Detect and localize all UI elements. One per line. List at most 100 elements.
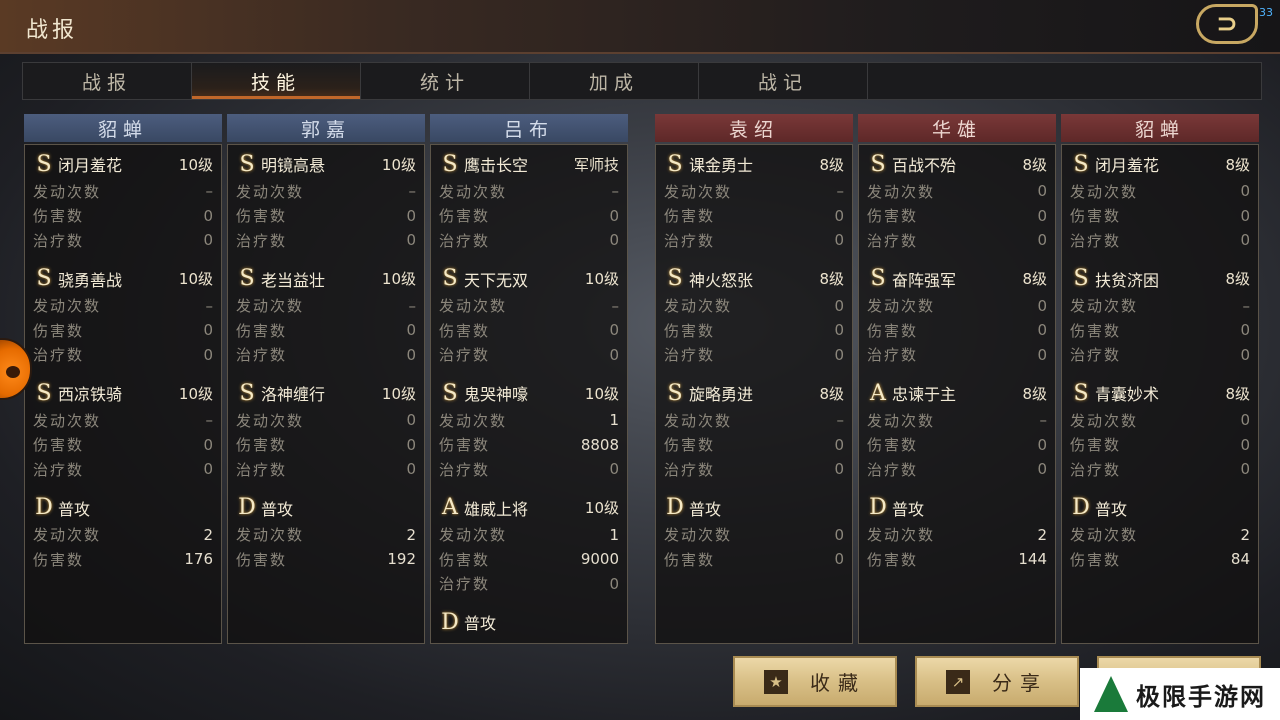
damage-count-label: 伤害数 — [664, 321, 716, 340]
back-arrow-icon: ⊃ — [1216, 9, 1238, 39]
skill-header: D 普攻 — [33, 493, 213, 523]
trigger-count-row: 发动次数 – — [867, 408, 1047, 433]
trigger-count-value: – — [205, 182, 214, 201]
tab-skills[interactable]: 技能 — [192, 63, 361, 99]
heal-count-label: 治疗数 — [33, 460, 85, 479]
tab-statistics[interactable]: 统计 — [361, 63, 530, 99]
skill-entry: S 西凉铁骑 10级 发动次数 – 伤害数 0 治疗数 0 — [33, 378, 213, 482]
general-name: 吕布 — [430, 114, 628, 142]
heal-count-label: 治疗数 — [1070, 460, 1122, 479]
trigger-count-row: 发动次数 – — [236, 179, 416, 204]
watermark-logo-icon — [1094, 676, 1128, 712]
tab-bar: 战报 技能 统计 加成 战记 — [22, 62, 1262, 100]
skill-level: 军师技 — [573, 155, 619, 174]
heal-count-label: 治疗数 — [664, 346, 716, 365]
damage-count-row: 伤害数 0 — [1070, 318, 1250, 343]
damage-count-value: 0 — [1240, 321, 1250, 340]
damage-count-row: 伤害数 0 — [664, 547, 844, 572]
skill-title: D 普攻 — [867, 495, 924, 520]
tab-battle-log[interactable]: 战记 — [699, 63, 868, 99]
skill-name: 鬼哭神嚎 — [464, 385, 529, 404]
skill-name: 青囊妙术 — [1095, 385, 1160, 404]
damage-count-row: 伤害数 84 — [1070, 547, 1250, 572]
watermark: 极限手游网 — [1080, 668, 1280, 720]
damage-count-row: 伤害数 176 — [33, 547, 213, 572]
skill-name: 老当益壮 — [261, 270, 326, 290]
trigger-count-value: 0 — [1240, 411, 1250, 430]
skill-level: 8级 — [1225, 155, 1250, 174]
heal-count-value: 0 — [834, 345, 844, 364]
skill-grade-icon: S — [239, 380, 255, 406]
skill-level: 10级 — [584, 270, 619, 288]
damage-count-row: 伤害数 0 — [236, 318, 416, 343]
skill-grade-icon: S — [36, 151, 52, 177]
skill-name: 西凉铁骑 — [58, 385, 123, 404]
skill-name: 骁勇善战 — [58, 270, 123, 290]
skill-title: S 闭月羞花 — [33, 151, 122, 177]
damage-count-row: 伤害数 0 — [439, 318, 619, 343]
trigger-count-label: 发动次数 — [439, 526, 508, 545]
trigger-count-label: 发动次数 — [867, 297, 936, 316]
trigger-count-label: 发动次数 — [439, 411, 508, 430]
general-name: 袁绍 — [655, 114, 853, 142]
heal-count-label: 治疗数 — [236, 231, 288, 250]
back-button[interactable]: ⊃ — [1196, 4, 1258, 44]
damage-count-value: 0 — [834, 550, 844, 569]
skill-grade-icon: A — [870, 380, 886, 406]
skill-title: S 百战不殆 — [867, 152, 956, 177]
damage-count-value: 0 — [406, 321, 416, 340]
share-button[interactable]: ↗ 分享 — [915, 656, 1079, 707]
skill-title: S 明镜高悬 — [236, 152, 325, 177]
heal-count-value: 0 — [1037, 345, 1047, 364]
damage-count-label: 伤害数 — [33, 550, 85, 569]
damage-count-label: 伤害数 — [664, 550, 716, 569]
skill-name: 普攻 — [58, 499, 91, 519]
skill-entry: S 奋阵强军 8级 发动次数 0 伤害数 0 治疗数 0 — [867, 264, 1047, 368]
heal-count-row: 治疗数 0 — [867, 457, 1047, 482]
skill-level: 8级 — [1225, 384, 1250, 403]
damage-count-label: 伤害数 — [236, 321, 288, 340]
trigger-count-row: 发动次数 2 — [1070, 523, 1250, 548]
skill-entry: D 普攻 发动次数 0 伤害数 0 — [664, 493, 844, 572]
trigger-count-value: 0 — [1037, 182, 1047, 201]
skill-title: S 奋阵强军 — [867, 266, 956, 291]
skill-header: A 忠谏于主 8级 — [867, 378, 1047, 408]
damage-count-value: 176 — [184, 550, 213, 569]
trigger-count-value: – — [611, 182, 620, 201]
trigger-count-label: 发动次数 — [1070, 182, 1139, 201]
skill-title: S 闭月羞花 — [1070, 151, 1159, 177]
heal-count-value: 0 — [203, 231, 213, 250]
trigger-count-row: 发动次数 2 — [236, 523, 416, 548]
general-column: 袁绍 S 课金勇士 8级 发动次数 – 伤害数 0 治疗数 0 S 神火怒张 8级 … — [655, 114, 853, 644]
share-label: 分享 — [992, 671, 1048, 695]
skill-entry: S 百战不殆 8级 发动次数 0 伤害数 0 治疗数 0 — [867, 149, 1047, 253]
heal-count-row: 治疗数 0 — [1070, 343, 1250, 368]
skill-grade-icon: S — [36, 266, 52, 291]
skill-grade-icon: S — [1073, 266, 1089, 291]
skill-header: S 鹰击长空 军师技 — [439, 149, 619, 179]
skill-header: S 百战不殆 8级 — [867, 149, 1047, 179]
skill-level: 10级 — [584, 384, 619, 403]
damage-count-row: 伤害数 9000 — [439, 547, 619, 572]
trigger-count-row: 发动次数 0 — [1070, 179, 1250, 204]
damage-count-row: 伤害数 0 — [867, 204, 1047, 229]
tab-bonus[interactable]: 加成 — [530, 63, 699, 99]
heal-count-value: 0 — [406, 345, 416, 364]
skill-entry: D 普攻 发动次数 2 伤害数 144 — [867, 493, 1047, 572]
skill-entry: S 青囊妙术 8级 发动次数 0 伤害数 0 治疗数 0 — [1070, 378, 1250, 482]
damage-count-value: 144 — [1018, 550, 1047, 569]
damage-count-label: 伤害数 — [33, 207, 85, 226]
favorite-button[interactable]: ★ 收藏 — [733, 656, 897, 707]
tab-battle-report[interactable]: 战报 — [23, 63, 192, 99]
skill-name: 普攻 — [261, 499, 294, 519]
heal-count-value: 0 — [1240, 231, 1250, 250]
damage-count-value: 192 — [387, 550, 416, 569]
damage-count-value: 0 — [834, 321, 844, 340]
trigger-count-row: 发动次数 0 — [867, 294, 1047, 319]
skill-panel: S 鹰击长空 军师技 发动次数 – 伤害数 0 治疗数 0 S 天下无双 10级 发… — [430, 144, 628, 644]
skill-grade-icon: S — [1073, 151, 1089, 177]
skill-title: D 普攻 — [33, 495, 91, 520]
skill-entry: D 普攻 发动次数 2 伤害数 84 — [1070, 493, 1250, 572]
skill-entry: A 雄威上将 10级 发动次数 1 伤害数 9000 治疗数 0 — [439, 493, 619, 597]
trigger-count-value: 0 — [1037, 296, 1047, 315]
